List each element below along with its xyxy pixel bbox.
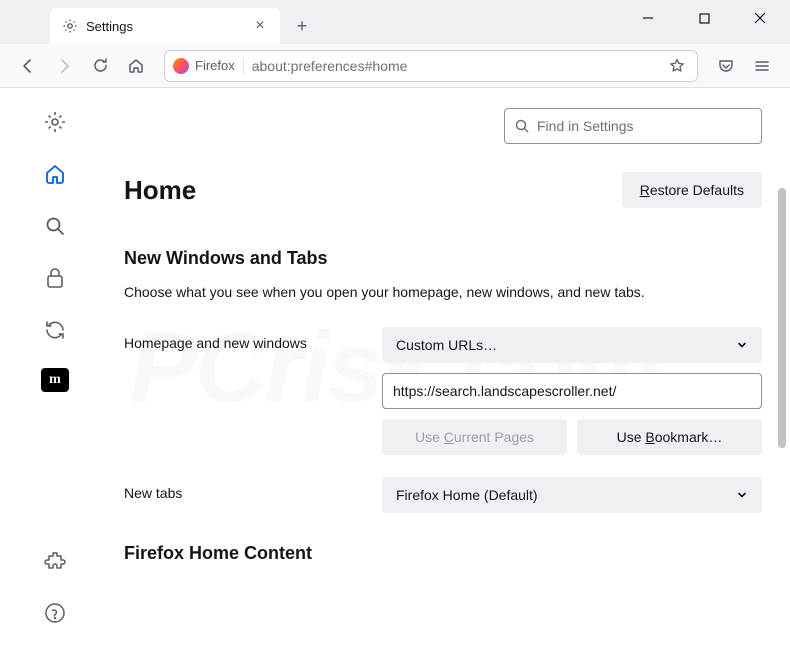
restore-defaults-button[interactable]: RRestore Defaultsestore Defaults	[622, 172, 762, 208]
homepage-select[interactable]: Custom URLs…	[382, 327, 762, 363]
gear-icon	[62, 18, 78, 34]
identity-label: Firefox	[195, 58, 235, 73]
close-window-button[interactable]	[738, 0, 782, 36]
tab-title: Settings	[86, 19, 244, 34]
back-button[interactable]	[12, 50, 44, 82]
close-icon[interactable]: ×	[252, 18, 268, 34]
pocket-button[interactable]	[710, 50, 742, 82]
homepage-label: Homepage and new windows	[124, 327, 382, 351]
newtabs-select[interactable]: Firefox Home (Default)	[382, 477, 762, 513]
sidebar-home-icon[interactable]	[41, 160, 69, 188]
toolbar: Firefox about:preferences#home	[0, 44, 790, 88]
url-text: about:preferences#home	[252, 58, 657, 74]
forward-button[interactable]	[48, 50, 80, 82]
section-new-windows-title: New Windows and Tabs	[124, 248, 762, 269]
sidebar-mozilla-icon[interactable]: m	[41, 368, 69, 392]
settings-search[interactable]	[504, 108, 762, 144]
newtabs-label: New tabs	[124, 477, 382, 501]
chevron-down-icon	[736, 339, 748, 351]
browser-tab[interactable]: Settings ×	[50, 8, 280, 44]
tab-bar: Settings × +	[0, 0, 790, 44]
newtabs-select-value: Firefox Home (Default)	[396, 487, 538, 503]
sidebar-help-icon[interactable]	[41, 599, 69, 627]
new-tab-button[interactable]: +	[288, 12, 316, 40]
menu-button[interactable]	[746, 50, 778, 82]
minimize-button[interactable]	[626, 0, 670, 36]
sidebar-search-icon[interactable]	[41, 212, 69, 240]
settings-search-input[interactable]	[537, 118, 751, 134]
search-icon	[515, 119, 529, 133]
scrollbar-thumb[interactable]	[778, 188, 786, 448]
scrollbar[interactable]	[778, 188, 788, 647]
bookmark-star-icon[interactable]	[665, 54, 689, 78]
homepage-url-input[interactable]	[382, 373, 762, 409]
use-current-pages-button[interactable]: Use Current Pages	[382, 419, 567, 455]
url-bar[interactable]: Firefox about:preferences#home	[164, 50, 698, 82]
identity-box[interactable]: Firefox	[173, 58, 244, 74]
section-new-windows-desc: Choose what you see when you open your h…	[124, 283, 762, 303]
chevron-down-icon	[736, 489, 748, 501]
homepage-select-value: Custom URLs…	[396, 337, 497, 353]
section-firefox-home-title: Firefox Home Content	[124, 543, 762, 564]
firefox-icon	[173, 58, 189, 74]
main-content: Home RRestore Defaultsestore Defaults Ne…	[110, 88, 790, 647]
maximize-button[interactable]	[682, 0, 726, 36]
sidebar-privacy-icon[interactable]	[41, 264, 69, 292]
home-button[interactable]	[120, 50, 152, 82]
sidebar-extensions-icon[interactable]	[41, 547, 69, 575]
sidebar-sync-icon[interactable]	[41, 316, 69, 344]
sidebar-general-icon[interactable]	[41, 108, 69, 136]
page-title: Home	[124, 175, 196, 206]
use-bookmark-button[interactable]: Use Bookmark…	[577, 419, 762, 455]
sidebar: m	[0, 88, 110, 647]
reload-button[interactable]	[84, 50, 116, 82]
